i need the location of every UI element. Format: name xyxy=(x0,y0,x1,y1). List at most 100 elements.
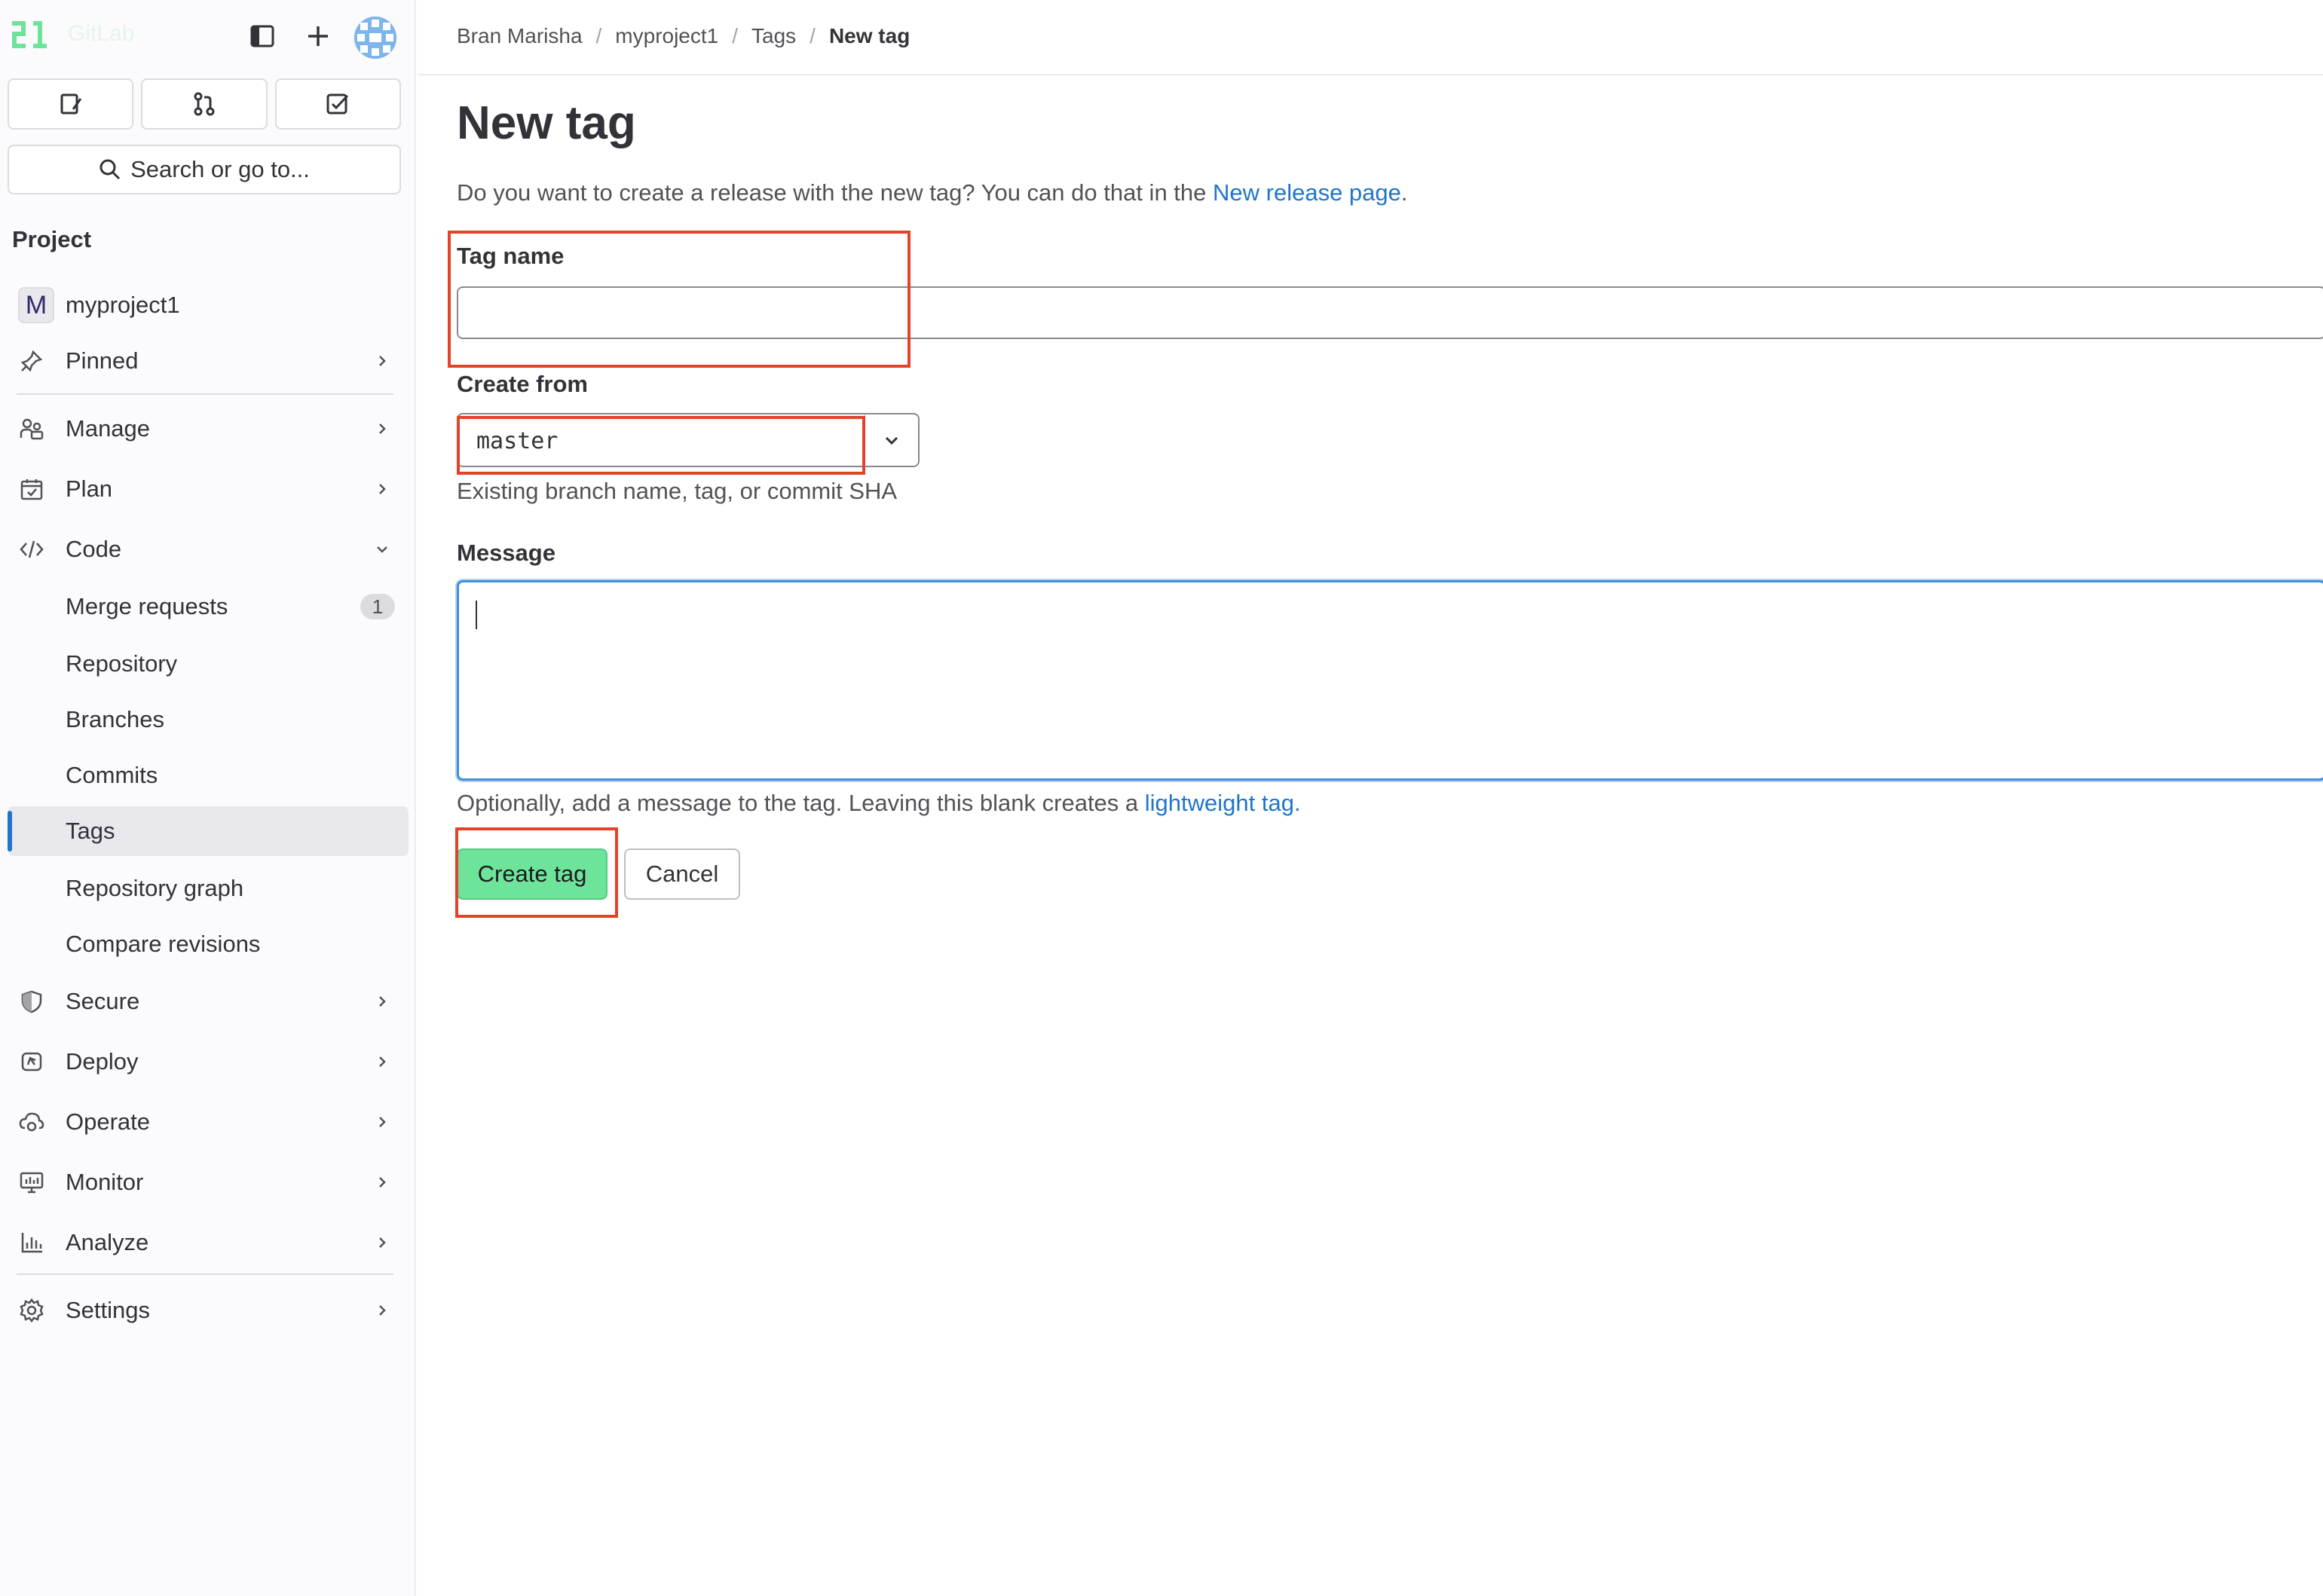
sidebar-item-label: Analyze xyxy=(66,1229,149,1255)
chevron-down-icon xyxy=(885,436,898,445)
sidebar-item-label: Pinned xyxy=(66,347,139,374)
chevron-down-icon xyxy=(371,538,393,561)
intro-text-body: Do you want to create a release with the… xyxy=(457,179,1214,206)
monitor-icon xyxy=(17,1167,47,1197)
sidebar-item-manage[interactable]: Manage xyxy=(8,404,409,454)
todo-button[interactable] xyxy=(274,78,401,130)
create-from-value: master xyxy=(476,428,559,454)
deploy-icon xyxy=(17,1047,47,1077)
merge-requests-button[interactable] xyxy=(141,78,268,130)
chevron-right-icon xyxy=(371,478,393,500)
sidebar-item-label: Merge requests xyxy=(66,593,228,619)
tag-name-input[interactable] xyxy=(457,286,2323,339)
sidebar-subitem-tags[interactable]: Tags xyxy=(8,806,409,856)
chevron-right-icon xyxy=(371,1050,393,1073)
sidebar-item-label: Operate xyxy=(66,1108,151,1135)
sidebar-header: GitLab xyxy=(0,0,416,72)
issues-icon xyxy=(60,93,81,115)
issues-button[interactable] xyxy=(8,78,134,130)
sidebar-item-label: myproject1 xyxy=(66,292,180,318)
sidebar-item-label: Monitor xyxy=(66,1169,144,1195)
code-icon xyxy=(17,534,47,564)
intro-text-end: . xyxy=(1400,179,1408,206)
message-help: Optionally, add a message to the tag. Le… xyxy=(457,790,1301,817)
create-from-label: Create from xyxy=(457,371,588,397)
breadcrumb-separator: / xyxy=(810,24,816,47)
sidebar-item-secure[interactable]: Secure xyxy=(8,977,409,1026)
create-from-help: Existing branch name, tag, or commit SHA xyxy=(457,478,898,504)
sidebar-subitem-merge-requests[interactable]: Merge requests 1 xyxy=(8,582,409,631)
calendar-icon xyxy=(17,474,47,504)
sidebar-subitem-repository-graph[interactable]: Repository graph xyxy=(8,864,409,913)
chevron-right-icon xyxy=(371,417,393,440)
sidebar-item-label: Deploy xyxy=(66,1048,139,1075)
search-label: Search or go to... xyxy=(130,156,310,182)
sidebar-subitem-commits[interactable]: Commits xyxy=(8,751,409,800)
cancel-button[interactable]: Cancel xyxy=(624,848,740,900)
chevron-right-icon xyxy=(371,990,393,1013)
chevron-right-icon xyxy=(371,1111,393,1133)
logo-text: GitLab xyxy=(68,21,135,46)
pin-icon xyxy=(17,346,47,376)
sidebar-item-pinned[interactable]: Pinned xyxy=(8,336,409,386)
sidebar-item-label: Compare revisions xyxy=(66,931,261,957)
shield-icon xyxy=(17,986,47,1017)
sidebar-item-settings[interactable]: Settings xyxy=(8,1286,409,1335)
sidebar-item-label: Manage xyxy=(66,415,151,442)
chart-icon xyxy=(17,1228,47,1258)
active-indicator xyxy=(8,811,12,852)
gitlab-logo-icon[interactable] xyxy=(11,18,53,53)
breadcrumb: Bran Marisha / myproject1 / Tags / New t… xyxy=(457,24,910,48)
cloud-gear-icon xyxy=(17,1107,47,1137)
avatar[interactable] xyxy=(354,17,396,59)
sidebar-item-deploy[interactable]: Deploy xyxy=(8,1037,409,1087)
chevron-right-icon xyxy=(371,350,393,372)
count-badge: 1 xyxy=(360,594,395,619)
project-avatar: M xyxy=(18,287,54,323)
main-content: Bran Marisha / myproject1 / Tags / New t… xyxy=(418,0,2323,1596)
search-icon xyxy=(99,159,121,180)
sidebar-item-code[interactable]: Code xyxy=(8,524,409,574)
users-icon xyxy=(17,414,47,444)
sidebar-item-analyze[interactable]: Analyze xyxy=(8,1218,409,1267)
sidebar-subitem-compare-revisions[interactable]: Compare revisions xyxy=(8,919,409,969)
sidebar-item-label: Secure xyxy=(66,988,140,1014)
breadcrumb-item[interactable]: Tags xyxy=(751,24,796,48)
plus-icon[interactable] xyxy=(298,17,338,56)
tag-name-label: Tag name xyxy=(457,243,565,269)
sidebar-item-label: Branches xyxy=(66,706,164,732)
sidebar-item-project[interactable]: M myproject1 xyxy=(8,280,409,330)
sidebar-subitem-repository[interactable]: Repository xyxy=(8,639,409,689)
sidebar-item-label: Repository xyxy=(66,650,178,677)
chevron-right-icon xyxy=(371,1231,393,1254)
gear-icon xyxy=(17,1295,47,1325)
merge-request-icon xyxy=(194,92,215,116)
sidebar-item-operate[interactable]: Operate xyxy=(8,1097,409,1147)
todo-icon xyxy=(326,93,349,115)
sidebar-item-label: Repository graph xyxy=(66,875,244,901)
breadcrumb-current[interactable]: New tag xyxy=(829,24,910,48)
sidebar-subitem-branches[interactable]: Branches xyxy=(8,695,409,744)
text-caret xyxy=(476,601,477,629)
message-label: Message xyxy=(457,540,556,566)
top-bar: Bran Marisha / myproject1 / Tags / New t… xyxy=(418,0,2323,75)
new-release-page-link[interactable]: New release page xyxy=(1213,179,1401,206)
create-from-select[interactable]: master xyxy=(457,413,920,467)
breadcrumb-separator: / xyxy=(732,24,739,47)
lightweight-tag-link[interactable]: lightweight tag. xyxy=(1145,790,1301,816)
breadcrumb-item[interactable]: Bran Marisha xyxy=(457,24,583,48)
chevron-right-icon xyxy=(371,1299,393,1322)
sidebar-item-monitor[interactable]: Monitor xyxy=(8,1157,409,1207)
message-help-text: Optionally, add a message to the tag. Le… xyxy=(457,790,1145,816)
create-tag-button[interactable]: Create tag xyxy=(457,848,608,900)
search-button[interactable]: Search or go to... xyxy=(8,145,401,194)
sidebar-item-label: Tags xyxy=(66,818,115,844)
message-textarea[interactable] xyxy=(457,580,2323,781)
create-from-dropdown-button[interactable] xyxy=(864,414,918,466)
sidebar-item-plan[interactable]: Plan xyxy=(8,464,409,514)
sidebar: GitLab Search or go to... Project M mypr… xyxy=(0,0,416,1596)
breadcrumb-item[interactable]: myproject1 xyxy=(615,24,718,48)
page-title: New tag xyxy=(457,97,636,149)
sidebar-item-label: Settings xyxy=(66,1297,151,1323)
sidebar-toggle-icon[interactable] xyxy=(243,17,282,56)
